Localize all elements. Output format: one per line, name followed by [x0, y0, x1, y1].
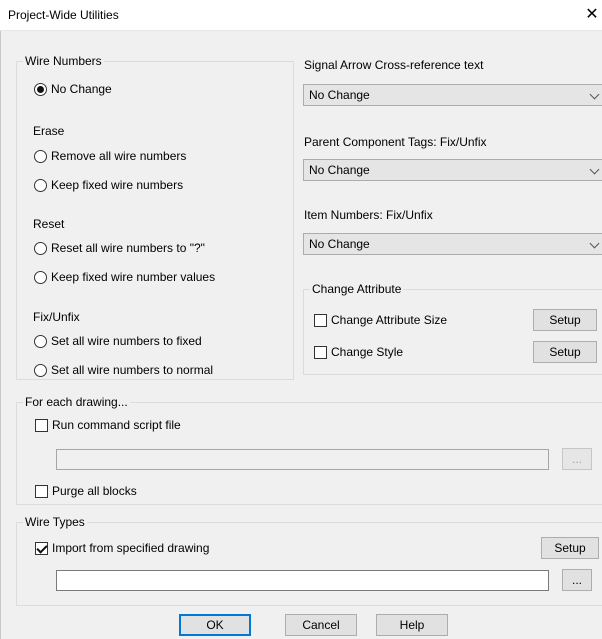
no-change-label: No Change [51, 82, 112, 96]
radio-button[interactable] [34, 270, 47, 284]
parent-tags-combo[interactable]: No Change [303, 159, 602, 181]
change-style-setup-button[interactable]: Setup [533, 341, 597, 363]
signal-arrow-value: No Change [309, 88, 370, 102]
wire-numbers-legend: Wire Numbers [23, 54, 104, 68]
wire-types-legend: Wire Types [23, 515, 87, 529]
keep-fixed-label: Keep fixed wire numbers [51, 178, 184, 192]
reset-heading: Reset [33, 217, 65, 231]
wire-numbers-group: Wire Numbers No Change Erase Remove all … [16, 54, 294, 380]
close-icon[interactable]: ✕ [582, 0, 602, 30]
import-drawing-label: Import from specified drawing [52, 541, 210, 555]
radio-button[interactable] [34, 149, 47, 163]
import-drawing-checkbox[interactable]: Import from specified drawing [35, 540, 209, 556]
chevron-down-icon[interactable] [589, 164, 600, 175]
script-browse-button[interactable]: ... [562, 448, 592, 470]
keep-fixed-radio[interactable]: Keep fixed wire numbers [34, 177, 183, 193]
script-file-field[interactable] [56, 449, 549, 470]
set-fixed-radio[interactable]: Set all wire numbers to fixed [34, 333, 202, 349]
reset-all-label: Reset all wire numbers to "?" [51, 241, 205, 255]
item-numbers-value: No Change [309, 237, 370, 251]
drawing-file-field[interactable] [56, 570, 549, 591]
attribute-size-setup-button[interactable]: Setup [533, 309, 597, 331]
purge-blocks-checkbox[interactable]: Purge all blocks [35, 483, 137, 499]
checkbox[interactable] [35, 418, 48, 432]
set-normal-label: Set all wire numbers to normal [51, 363, 214, 377]
change-attribute-size-checkbox[interactable]: Change Attribute Size [314, 312, 447, 328]
remove-all-radio[interactable]: Remove all wire numbers [34, 148, 186, 164]
erase-heading: Erase [33, 124, 65, 138]
checkbox[interactable] [314, 345, 327, 359]
radio-button[interactable] [34, 178, 47, 192]
radio-button[interactable] [34, 334, 47, 348]
drawing-browse-button[interactable]: ... [562, 569, 592, 591]
radio-button[interactable] [34, 363, 47, 377]
reset-all-radio[interactable]: Reset all wire numbers to "?" [34, 240, 205, 256]
for-each-drawing-legend: For each drawing... [23, 395, 130, 409]
checkbox[interactable] [35, 484, 48, 498]
set-normal-radio[interactable]: Set all wire numbers to normal [34, 362, 213, 378]
ok-button[interactable]: OK [179, 614, 251, 636]
dialog-body: Wire Numbers No Change Erase Remove all … [0, 31, 602, 639]
signal-arrow-combo[interactable]: No Change [303, 84, 602, 106]
item-numbers-combo[interactable]: No Change [303, 233, 602, 255]
chevron-down-icon[interactable] [589, 89, 600, 100]
run-script-label: Run command script file [52, 418, 181, 432]
radio-button[interactable] [34, 82, 47, 96]
run-script-checkbox[interactable]: Run command script file [35, 417, 181, 433]
checkbox[interactable] [35, 541, 48, 555]
change-attribute-size-label: Change Attribute Size [331, 313, 448, 327]
for-each-drawing-group: For each drawing... Run command script f… [16, 395, 602, 505]
item-numbers-label: Item Numbers: Fix/Unfix [304, 208, 433, 222]
keep-fixed-values-label: Keep fixed wire number values [51, 270, 216, 284]
change-attribute-legend: Change Attribute [310, 282, 404, 296]
change-attribute-group: Change Attribute Change Attribute Size S… [303, 282, 602, 375]
keep-fixed-values-radio[interactable]: Keep fixed wire number values [34, 269, 215, 285]
remove-all-label: Remove all wire numbers [51, 149, 187, 163]
parent-tags-value: No Change [309, 163, 370, 177]
cancel-button[interactable]: Cancel [285, 614, 357, 636]
change-style-label: Change Style [331, 345, 404, 359]
title-bar: Project-Wide Utilities ✕ [0, 0, 602, 31]
help-button[interactable]: Help [376, 614, 448, 636]
window-title: Project-Wide Utilities [8, 8, 119, 22]
fix-unfix-heading: Fix/Unfix [33, 310, 80, 324]
change-style-checkbox[interactable]: Change Style [314, 344, 403, 360]
chevron-down-icon[interactable] [589, 238, 600, 249]
no-change-radio[interactable]: No Change [34, 81, 112, 97]
wire-types-setup-button[interactable]: Setup [541, 537, 599, 559]
purge-blocks-label: Purge all blocks [52, 484, 137, 498]
parent-tags-label: Parent Component Tags: Fix/Unfix [304, 135, 487, 149]
set-fixed-label: Set all wire numbers to fixed [51, 334, 202, 348]
signal-arrow-label: Signal Arrow Cross-reference text [304, 58, 484, 72]
checkbox[interactable] [314, 313, 327, 327]
radio-button[interactable] [34, 241, 47, 255]
wire-types-group: Wire Types Import from specified drawing… [16, 515, 602, 606]
